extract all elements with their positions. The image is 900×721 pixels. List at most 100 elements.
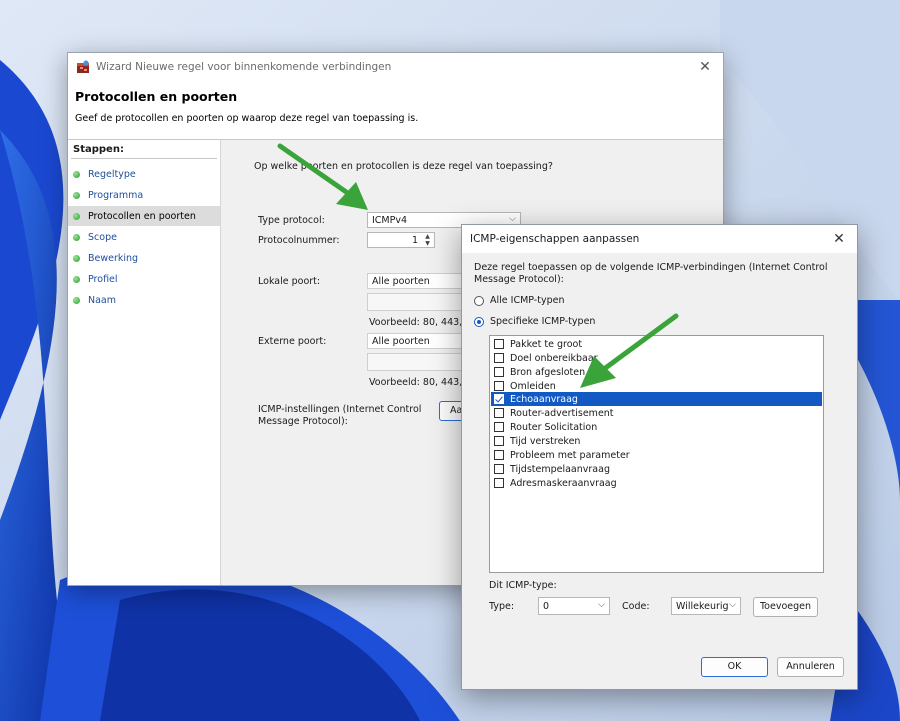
protocol-number-label: Protocolnummer: [258, 235, 340, 246]
list-item-label: Router-advertisement [510, 407, 614, 419]
step-naam[interactable]: Naam [68, 290, 220, 310]
step-status-icon [73, 191, 80, 199]
checkbox[interactable] [494, 478, 504, 488]
list-item-tijdstempelaanvraag[interactable]: Tijdstempelaanvraag [491, 462, 822, 476]
chevron-down-icon: ⌵ [509, 214, 516, 224]
page-subtitle: Geef de protocollen en poorten op waarop… [75, 113, 419, 124]
wizard-titlebar[interactable]: Wizard Nieuwe regel voor binnenkomende v… [68, 53, 723, 81]
list-item-echoaanvraag[interactable]: Echoaanvraag [491, 392, 822, 406]
checkbox[interactable] [494, 464, 504, 474]
protocol-type-label: Type protocol: [258, 215, 325, 226]
icmp-settings-label-line1: ICMP-instellingen (Internet Control [258, 404, 422, 415]
stepper-buttons[interactable]: ▲ ▼ [422, 233, 433, 247]
protocol-number-stepper[interactable]: 1 ▲ ▼ [367, 232, 435, 248]
remote-port-select[interactable]: Alle poorten [367, 333, 462, 349]
code-label: Code: [622, 601, 650, 612]
checkbox[interactable] [494, 408, 504, 418]
checkbox-checked[interactable] [494, 394, 504, 404]
checkbox[interactable] [494, 339, 504, 349]
type-label: Type: [489, 601, 515, 612]
step-label: Scope [88, 231, 117, 243]
add-button[interactable]: Toevoegen [753, 597, 818, 617]
dialog-title: ICMP-eigenschappen aanpassen [470, 233, 640, 245]
step-status-icon [73, 212, 80, 220]
page-title: Protocollen en poorten [75, 89, 238, 104]
type-select[interactable]: 0 ⌵ [538, 597, 610, 615]
type-value: 0 [543, 600, 550, 612]
checkbox[interactable] [494, 450, 504, 460]
code-select[interactable]: Willekeurig ⌵ [671, 597, 741, 615]
close-icon: ✕ [833, 231, 845, 247]
step-programma[interactable]: Programma [68, 185, 220, 205]
list-item-doel-onbereikbaar[interactable]: Doel onbereikbaar [491, 351, 822, 365]
step-label: Naam [88, 294, 117, 306]
steps-title: Stappen: [73, 144, 124, 155]
step-profiel[interactable]: Profiel [68, 269, 220, 289]
list-item-pakket-te-groot[interactable]: Pakket te groot [491, 337, 822, 351]
step-label: Programma [88, 189, 144, 201]
icmp-types-list[interactable]: Pakket te groot Doel onbereikbaar Bron a… [489, 335, 824, 573]
local-port-input[interactable] [367, 293, 462, 311]
code-value: Willekeurig [676, 600, 729, 612]
local-port-value: Alle poorten [372, 275, 430, 287]
step-status-icon [73, 233, 80, 241]
chevron-up-icon[interactable]: ▲ [422, 233, 433, 240]
chevron-down-icon[interactable]: ▼ [422, 240, 433, 247]
wizard-header: Protocollen en poorten Geef de protocoll… [68, 81, 723, 140]
step-label: Regeltype [88, 168, 136, 180]
ok-button[interactable]: OK [701, 657, 768, 677]
step-status-icon [73, 254, 80, 262]
remote-port-value: Alle poorten [372, 335, 430, 347]
dialog-close-button[interactable]: ✕ [829, 229, 849, 249]
this-icmp-type-label: Dit ICMP-type: [489, 580, 557, 591]
firewall-app-icon [77, 60, 89, 73]
list-item-router-advertisement[interactable]: Router-advertisement [491, 406, 822, 420]
checkbox[interactable] [494, 422, 504, 432]
list-item-label: Router Solicitation [510, 421, 598, 433]
checkbox[interactable] [494, 367, 504, 377]
step-protocollen-en-poorten[interactable]: Protocollen en poorten [68, 206, 220, 226]
step-bewerking[interactable]: Bewerking [68, 248, 220, 268]
list-item-probleem-met-parameter[interactable]: Probleem met parameter [491, 448, 822, 462]
step-label: Profiel [88, 273, 118, 285]
list-item-label: Echoaanvraag [510, 393, 578, 405]
wizard-close-button[interactable]: ✕ [695, 57, 715, 77]
list-item-label: Pakket te groot [510, 338, 583, 350]
local-port-example: Voorbeeld: 80, 443, 5 [369, 317, 472, 328]
protocol-number-value: 1 [411, 234, 418, 246]
step-regeltype[interactable]: Regeltype [68, 164, 220, 184]
steps-sidebar: Stappen: Regeltype Programma Protocollen… [68, 140, 221, 585]
list-item-tijd-verstreken[interactable]: Tijd verstreken [491, 434, 822, 448]
radio-button-selected[interactable] [474, 316, 484, 327]
icmp-settings-label-line2: Message Protocol): [258, 416, 348, 427]
checkbox[interactable] [494, 436, 504, 446]
chevron-down-icon: ⌵ [729, 600, 736, 610]
remote-port-input[interactable] [367, 353, 462, 371]
cancel-button[interactable]: Annuleren [777, 657, 844, 677]
list-item-omleiden[interactable]: Omleiden [491, 379, 822, 393]
dialog-titlebar[interactable]: ICMP-eigenschappen aanpassen [462, 225, 857, 253]
list-item-bron-afgesloten[interactable]: Bron afgesloten [491, 365, 822, 379]
radio-all-icmp[interactable]: Alle ICMP-typen [474, 295, 564, 306]
wizard-title: Wizard Nieuwe regel voor binnenkomende v… [96, 61, 392, 73]
local-port-label: Lokale poort: [258, 276, 321, 287]
checkbox[interactable] [494, 353, 504, 363]
step-status-icon [73, 170, 80, 178]
radio-label: Specifieke ICMP-typen [490, 316, 596, 327]
radio-specific-icmp[interactable]: Specifieke ICMP-typen [474, 316, 595, 327]
steps-divider [71, 158, 217, 159]
list-item-label: Bron afgesloten [510, 366, 586, 378]
list-item-label: Tijdstempelaanvraag [510, 463, 610, 475]
list-item-adresmaskeraanvraag[interactable]: Adresmaskeraanvraag [491, 476, 822, 490]
remote-port-label: Externe poort: [258, 336, 327, 347]
step-scope[interactable]: Scope [68, 227, 220, 247]
list-item-label: Omleiden [510, 380, 556, 392]
checkbox[interactable] [494, 381, 504, 391]
list-item-router-solicitation[interactable]: Router Solicitation [491, 420, 822, 434]
icmp-dialog: ICMP-eigenschappen aanpassen ✕ Deze rege… [461, 224, 858, 690]
remote-port-example: Voorbeeld: 80, 443, 5 [369, 377, 472, 388]
local-port-select[interactable]: Alle poorten [367, 273, 462, 289]
radio-button[interactable] [474, 295, 484, 306]
step-label: Bewerking [88, 252, 139, 264]
dialog-description: Deze regel toepassen op de volgende ICMP… [474, 262, 828, 285]
